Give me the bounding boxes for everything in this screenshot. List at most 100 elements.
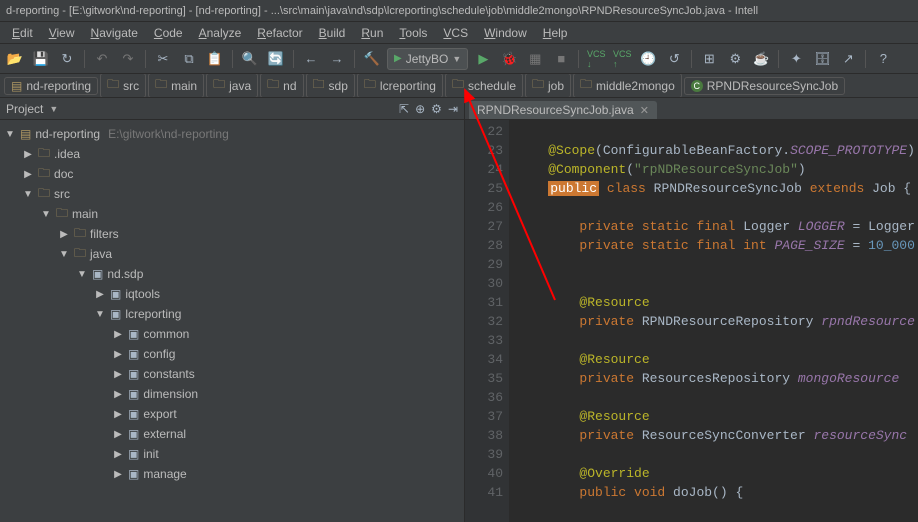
tree-twisty[interactable]: ▶ (112, 329, 124, 340)
gear-icon[interactable]: ⚙ (431, 102, 442, 116)
tree-node-export[interactable]: ▶▣export (0, 404, 464, 424)
vcs-update-icon[interactable]: VCS↓ (585, 48, 607, 70)
menu-refactor[interactable]: Refactor (249, 24, 310, 42)
generate-icon[interactable]: ✦ (785, 48, 807, 70)
sync-icon[interactable]: ↻ (56, 48, 78, 70)
tree-twisty[interactable]: ▶ (112, 409, 124, 420)
breadcrumb-nd[interactable]: 🗀nd (260, 74, 303, 98)
chevron-down-icon[interactable]: ▼ (49, 104, 58, 114)
tree-twisty[interactable]: ▼ (22, 189, 34, 200)
tree-node-filters[interactable]: ▶🗀filters (0, 224, 464, 244)
build-icon[interactable]: 🔨 (361, 48, 383, 70)
breadcrumb-nd-reporting[interactable]: ▤nd-reporting (4, 77, 98, 95)
settings-icon[interactable]: ⚙ (724, 48, 746, 70)
menu-help[interactable]: Help (535, 24, 576, 42)
tree-node-nd-reporting[interactable]: ▼▤nd-reportingE:\gitwork\nd-reporting (0, 124, 464, 144)
vcs-revert-icon[interactable]: ↺ (663, 48, 685, 70)
tree-node-nd-sdp[interactable]: ▼▣nd.sdp (0, 264, 464, 284)
tree-node-main[interactable]: ▼🗀main (0, 204, 464, 224)
project-view-selector[interactable]: Project (6, 102, 43, 116)
close-tab-icon[interactable]: ✕ (640, 104, 649, 117)
tree-twisty[interactable]: ▶ (112, 369, 124, 380)
save-all-icon[interactable]: 💾 (30, 48, 52, 70)
locate-icon[interactable]: ⊕ (415, 102, 425, 116)
menu-build[interactable]: Build (311, 24, 354, 42)
tree-node-src[interactable]: ▼🗀src (0, 184, 464, 204)
menu-view[interactable]: View (41, 24, 83, 42)
run-configuration-selector[interactable]: ▶ JettyBO ▼ (387, 48, 468, 70)
tree-twisty[interactable]: ▼ (4, 129, 16, 140)
tree-node--idea[interactable]: ▶🗀.idea (0, 144, 464, 164)
tree-node-doc[interactable]: ▶🗀doc (0, 164, 464, 184)
menu-vcs[interactable]: VCS (435, 24, 476, 42)
tree-twisty[interactable]: ▶ (112, 349, 124, 360)
tree-node-lcreporting[interactable]: ▼▣lcreporting (0, 304, 464, 324)
tree-twisty[interactable]: ▶ (112, 429, 124, 440)
editor-tab-active[interactable]: RPNDResourceSyncJob.java ✕ (469, 101, 657, 119)
redo-icon[interactable]: ↷ (117, 48, 139, 70)
tree-twisty[interactable]: ▶ (112, 449, 124, 460)
breadcrumb-job[interactable]: 🗀job (525, 74, 571, 98)
breadcrumb-main[interactable]: 🗀main (148, 74, 204, 98)
database-icon[interactable]: 🗄 (811, 48, 833, 70)
open-icon[interactable]: 📂 (4, 48, 26, 70)
find-icon[interactable]: 🔍 (239, 48, 261, 70)
tree-twisty[interactable]: ▶ (58, 229, 70, 240)
tree-node-dimension[interactable]: ▶▣dimension (0, 384, 464, 404)
tree-twisty[interactable]: ▶ (22, 169, 34, 180)
tree-twisty[interactable]: ▼ (76, 269, 88, 280)
hide-icon[interactable]: ⇥ (448, 102, 458, 116)
breadcrumb-middle2mongo[interactable]: 🗀middle2mongo (573, 74, 682, 98)
stop-icon[interactable]: ■ (550, 48, 572, 70)
tree-twisty[interactable]: ▼ (94, 309, 106, 320)
tree-twisty[interactable]: ▶ (94, 289, 106, 300)
breadcrumb-schedule[interactable]: 🗀schedule (445, 74, 523, 98)
tree-node-init[interactable]: ▶▣init (0, 444, 464, 464)
sdk-icon[interactable]: ☕ (750, 48, 772, 70)
menu-window[interactable]: Window (476, 24, 535, 42)
tree-node-manage[interactable]: ▶▣manage (0, 464, 464, 484)
tree-twisty[interactable]: ▼ (58, 249, 70, 260)
tree-node-config[interactable]: ▶▣config (0, 344, 464, 364)
code-editor[interactable]: 22 23 24 25 26 27 28 29 30 31 32 33 34 3… (465, 120, 918, 522)
menu-tools[interactable]: Tools (391, 24, 435, 42)
code-content[interactable]: @Scope(ConfigurableBeanFactory.SCOPE_PRO… (509, 120, 918, 522)
debug-icon[interactable]: 🐞 (498, 48, 520, 70)
paste-icon[interactable]: 📋 (204, 48, 226, 70)
tree-twisty[interactable]: ▶ (112, 389, 124, 400)
replace-icon[interactable]: 🔄 (265, 48, 287, 70)
vcs-history-icon[interactable]: 🕘 (637, 48, 659, 70)
vcs-commit-icon[interactable]: VCS↑ (611, 48, 633, 70)
menu-run[interactable]: Run (353, 24, 391, 42)
coverage-icon[interactable]: ▦ (524, 48, 546, 70)
copy-icon[interactable]: ⧉ (178, 48, 200, 70)
tree-node-iqtools[interactable]: ▶▣iqtools (0, 284, 464, 304)
export-icon[interactable]: ↗ (837, 48, 859, 70)
tree-twisty[interactable]: ▶ (112, 469, 124, 480)
tree-node-common[interactable]: ▶▣common (0, 324, 464, 344)
back-icon[interactable]: ← (300, 48, 322, 70)
project-tree[interactable]: ▼▤nd-reportingE:\gitwork\nd-reporting▶🗀.… (0, 120, 465, 522)
menu-code[interactable]: Code (146, 24, 191, 42)
undo-icon[interactable]: ↶ (91, 48, 113, 70)
tree-node-java[interactable]: ▼🗀java (0, 244, 464, 264)
tree-twisty[interactable]: ▼ (40, 209, 52, 220)
help-icon[interactable]: ? (872, 48, 894, 70)
folder-icon: 🗀 (74, 224, 86, 245)
breadcrumb-lcreporting[interactable]: 🗀lcreporting (357, 74, 443, 98)
breadcrumb-src[interactable]: 🗀src (100, 74, 146, 98)
tree-twisty[interactable]: ▶ (22, 149, 34, 160)
tree-node-constants[interactable]: ▶▣constants (0, 364, 464, 384)
collapse-all-icon[interactable]: ⇱ (399, 102, 409, 116)
breadcrumb-java[interactable]: 🗀java (206, 74, 258, 98)
menu-navigate[interactable]: Navigate (83, 24, 146, 42)
forward-icon[interactable]: → (326, 48, 348, 70)
tree-node-external[interactable]: ▶▣external (0, 424, 464, 444)
cut-icon[interactable]: ✂ (152, 48, 174, 70)
breadcrumb-sdp[interactable]: 🗀sdp (306, 74, 355, 98)
menu-analyze[interactable]: Analyze (191, 24, 250, 42)
breadcrumb-rpndresourcesyncjob[interactable]: CRPNDResourceSyncJob (684, 77, 845, 95)
menu-edit[interactable]: Edit (4, 24, 41, 42)
structure-icon[interactable]: ⊞ (698, 48, 720, 70)
run-icon[interactable]: ▶ (472, 48, 494, 70)
